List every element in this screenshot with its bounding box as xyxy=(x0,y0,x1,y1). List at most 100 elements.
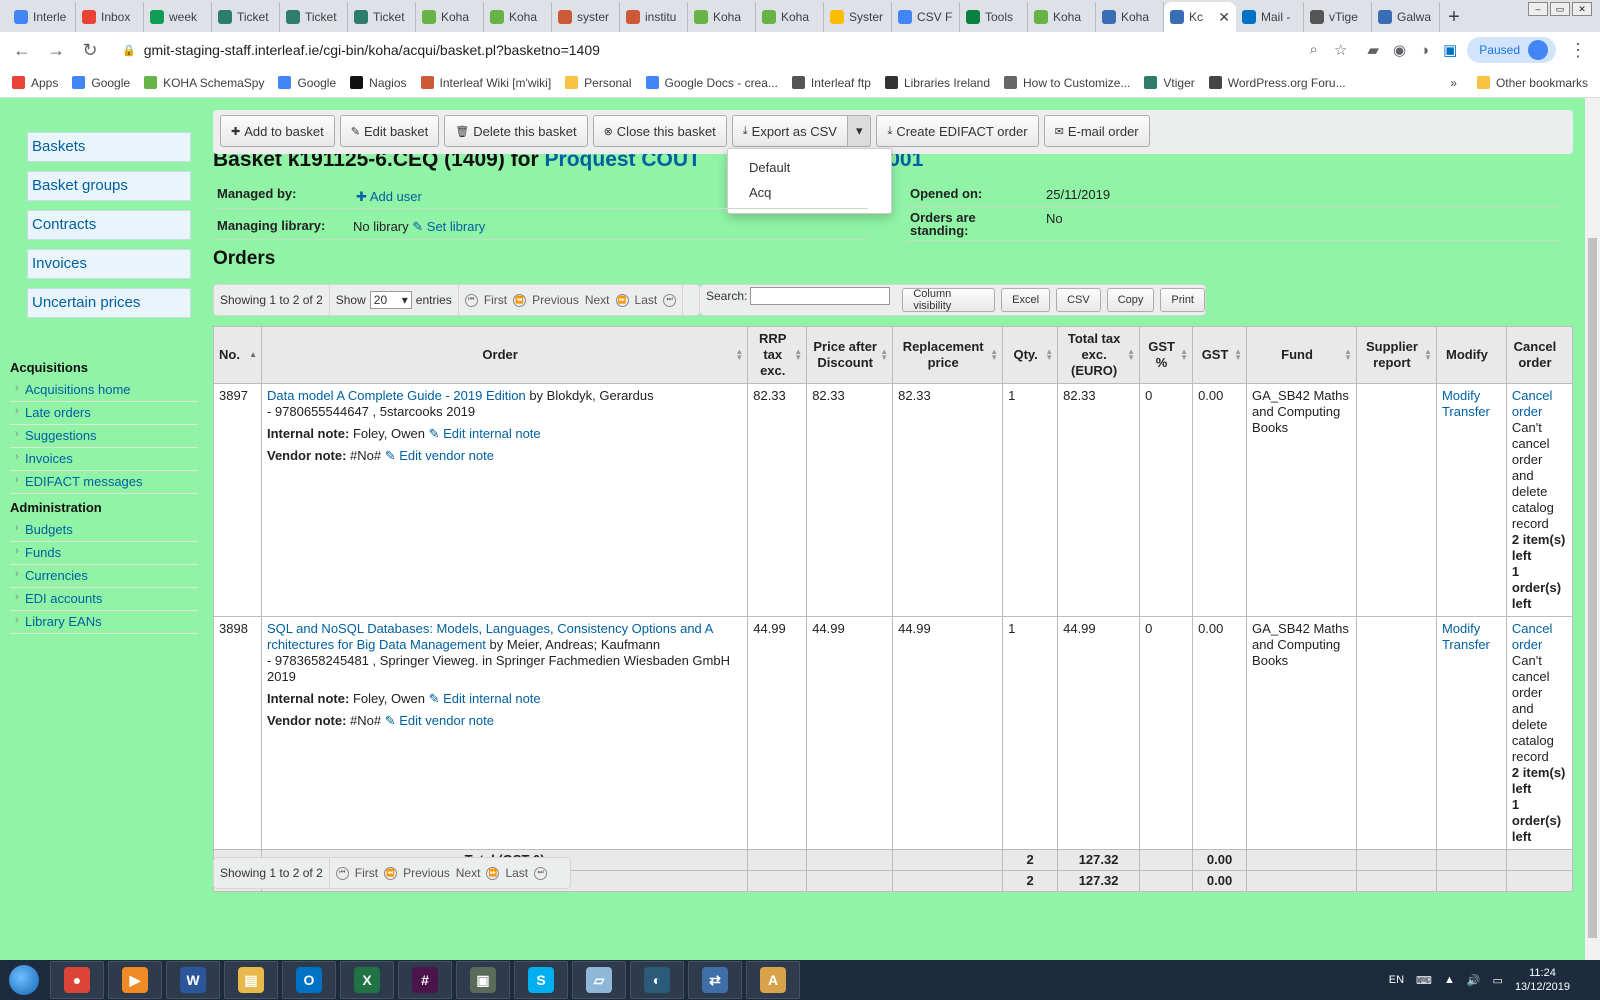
column-header[interactable]: Replacement price ▲ ▼ xyxy=(892,326,1004,384)
keyboard-icon[interactable]: ⌨ xyxy=(1416,974,1432,987)
menu-icon[interactable]: ⋮ xyxy=(1566,38,1590,62)
zoom-icon[interactable]: ⌕ xyxy=(1310,41,1318,59)
browser-tab-active[interactable]: Kc ✕ xyxy=(1164,2,1236,32)
taskbar-explorer-button[interactable]: ▤ xyxy=(224,961,278,999)
first-page-icon[interactable]: ⏮ xyxy=(464,293,478,307)
browser-tab[interactable]: Koha xyxy=(1096,2,1164,32)
bookmark-item[interactable]: Apps xyxy=(12,76,58,90)
export-dropdown-toggle[interactable]: ▾ xyxy=(847,115,872,147)
bookmark-item[interactable]: Nagios xyxy=(350,76,407,90)
menu-link-invoices[interactable]: Invoices xyxy=(10,448,198,471)
column-header[interactable]: RRP tax exc. ▲ ▼ xyxy=(747,326,808,384)
browser-tab[interactable]: Interle xyxy=(8,2,76,32)
browser-tab[interactable]: institu xyxy=(620,2,688,32)
modify-link[interactable]: Modify xyxy=(1442,388,1480,403)
bookmarks-overflow-button[interactable]: » xyxy=(1450,76,1457,90)
back-button[interactable]: ← xyxy=(10,38,34,62)
email-order-button[interactable]: ✉ E-mail order xyxy=(1043,115,1150,147)
scrollbar-thumb[interactable] xyxy=(1588,238,1597,938)
edit-vendor-note-link[interactable]: ✎ Edit vendor note xyxy=(385,448,494,463)
last-page-icon[interactable]: ⏭ xyxy=(663,293,677,307)
taskbar-chrome-button[interactable]: ● xyxy=(50,961,104,999)
order-title-link[interactable]: Data model A Complete Guide - 2019 Editi… xyxy=(267,388,526,403)
close-tab-icon[interactable]: ✕ xyxy=(1218,9,1230,26)
taskbar-network-button[interactable]: ⇄ xyxy=(688,961,742,999)
browser-tab[interactable]: vTige xyxy=(1304,2,1372,32)
clock[interactable]: 11:24 13/12/2019 xyxy=(1515,966,1570,994)
delete-basket-button[interactable]: 🗑 Delete this basket xyxy=(444,115,588,147)
browser-tab[interactable]: Koha xyxy=(416,2,484,32)
bookmark-item[interactable]: Personal xyxy=(565,76,632,90)
column-header[interactable]: GST ▲ ▼ xyxy=(1192,326,1248,384)
bookmark-item[interactable]: Interleaf Wiki [m'wiki] xyxy=(420,76,551,90)
bookmark-star-icon[interactable]: ☆ xyxy=(1334,41,1347,59)
export-option-default[interactable]: Default xyxy=(728,155,891,180)
menu-link-budgets[interactable]: Budgets xyxy=(10,519,198,542)
browser-tab[interactable]: CSV F xyxy=(892,2,960,32)
menu-link-edi-accounts[interactable]: EDI accounts xyxy=(10,588,198,611)
browser-tab[interactable]: Koha xyxy=(484,2,552,32)
menu-link-suggestions[interactable]: Suggestions xyxy=(10,425,198,448)
taskbar-media-button[interactable]: ▶ xyxy=(108,961,162,999)
address-bar[interactable]: 🔒 gmit-staging-staff.interleaf.ie/cgi-bi… xyxy=(112,36,1358,64)
browser-tab[interactable]: Syster xyxy=(824,2,892,32)
taskbar-word-button[interactable]: W xyxy=(166,961,220,999)
browser-tab[interactable]: week xyxy=(144,2,212,32)
browser-tab[interactable]: Inbox xyxy=(76,2,144,32)
edit-internal-note-link[interactable]: ✎ Edit internal note xyxy=(429,691,541,706)
menu-link-library-eans[interactable]: Library EANs xyxy=(10,611,198,634)
browser-tab[interactable]: Mail - xyxy=(1236,2,1304,32)
copy-button[interactable]: Copy xyxy=(1106,288,1155,312)
first-page-link[interactable]: First xyxy=(355,866,378,880)
column-header[interactable]: No. ▲ xyxy=(213,326,262,384)
bookmark-item[interactable]: KOHA SchemaSpy xyxy=(144,76,264,90)
maximize-button[interactable]: ▭ xyxy=(1550,2,1570,16)
language-indicator[interactable]: EN xyxy=(1389,974,1404,986)
browser-tab[interactable]: Koha xyxy=(688,2,756,32)
add-to-basket-button[interactable]: ✚ Add to basket xyxy=(220,115,335,147)
transfer-link[interactable]: Transfer xyxy=(1442,637,1490,652)
extension-icon[interactable]: ◑ xyxy=(1420,42,1429,59)
reload-button[interactable]: ↻ xyxy=(78,38,102,62)
menu-link-late-orders[interactable]: Late orders xyxy=(10,402,198,425)
tray-arrow-icon[interactable]: ▲ xyxy=(1444,974,1455,986)
browser-tab[interactable]: Koha xyxy=(756,2,824,32)
next-page-icon[interactable]: ⏩ xyxy=(615,293,629,307)
menu-link-acquisitions-home[interactable]: Acquisitions home xyxy=(10,379,198,402)
page-scrollbar[interactable] xyxy=(1585,98,1600,960)
menu-link-funds[interactable]: Funds xyxy=(10,542,198,565)
sidenav-baskets[interactable]: Baskets xyxy=(27,132,191,162)
cancel-order-link[interactable]: Cancel order xyxy=(1512,388,1567,420)
taskbar-slack-button[interactable]: # xyxy=(398,961,452,999)
previous-page-link[interactable]: Previous xyxy=(532,293,579,307)
extension-icon[interactable]: ▰ xyxy=(1367,41,1379,59)
cancel-order-link[interactable]: Cancel order xyxy=(1512,621,1567,653)
column-visibility-button[interactable]: Column visibility xyxy=(902,288,996,312)
column-header[interactable]: Total tax exc. (EURO) ▲ ▼ xyxy=(1057,326,1141,384)
sidenav-uncertain-prices[interactable]: Uncertain prices xyxy=(27,288,191,318)
column-header[interactable]: Supplier report ▲ ▼ xyxy=(1355,326,1437,384)
browser-tab[interactable]: Ticket xyxy=(348,2,416,32)
next-page-icon[interactable]: ⏩ xyxy=(486,866,500,880)
browser-tab[interactable]: syster xyxy=(552,2,620,32)
bookmark-item[interactable]: WordPress.org Foru... xyxy=(1208,76,1346,90)
first-page-icon[interactable]: ⏮ xyxy=(335,866,349,880)
browser-tab[interactable]: Ticket xyxy=(212,2,280,32)
bookmark-item[interactable]: Google xyxy=(72,76,130,90)
browser-tab[interactable]: Koha xyxy=(1028,2,1096,32)
bookmark-item[interactable]: Google Docs - crea... xyxy=(645,76,778,90)
new-tab-button[interactable]: + xyxy=(1440,2,1468,32)
menu-link-currencies[interactable]: Currencies xyxy=(10,565,198,588)
column-header[interactable]: Qty. ▲ ▼ xyxy=(1002,326,1059,384)
first-page-link[interactable]: First xyxy=(484,293,507,307)
taskbar-editor-button[interactable]: A xyxy=(746,961,800,999)
csv-button[interactable]: CSV xyxy=(1056,288,1101,312)
column-header[interactable]: GST % ▲ ▼ xyxy=(1139,326,1194,384)
profile-button[interactable]: Paused xyxy=(1467,37,1556,63)
taskbar-outlook-button[interactable]: O xyxy=(282,961,336,999)
close-window-button[interactable]: ✕ xyxy=(1572,2,1592,16)
bookmark-item[interactable]: Interleaf ftp xyxy=(791,76,871,90)
taskbar-excel-button[interactable]: X xyxy=(340,961,394,999)
excel-button[interactable]: Excel xyxy=(1001,288,1051,312)
sidenav-contracts[interactable]: Contracts xyxy=(27,210,191,240)
